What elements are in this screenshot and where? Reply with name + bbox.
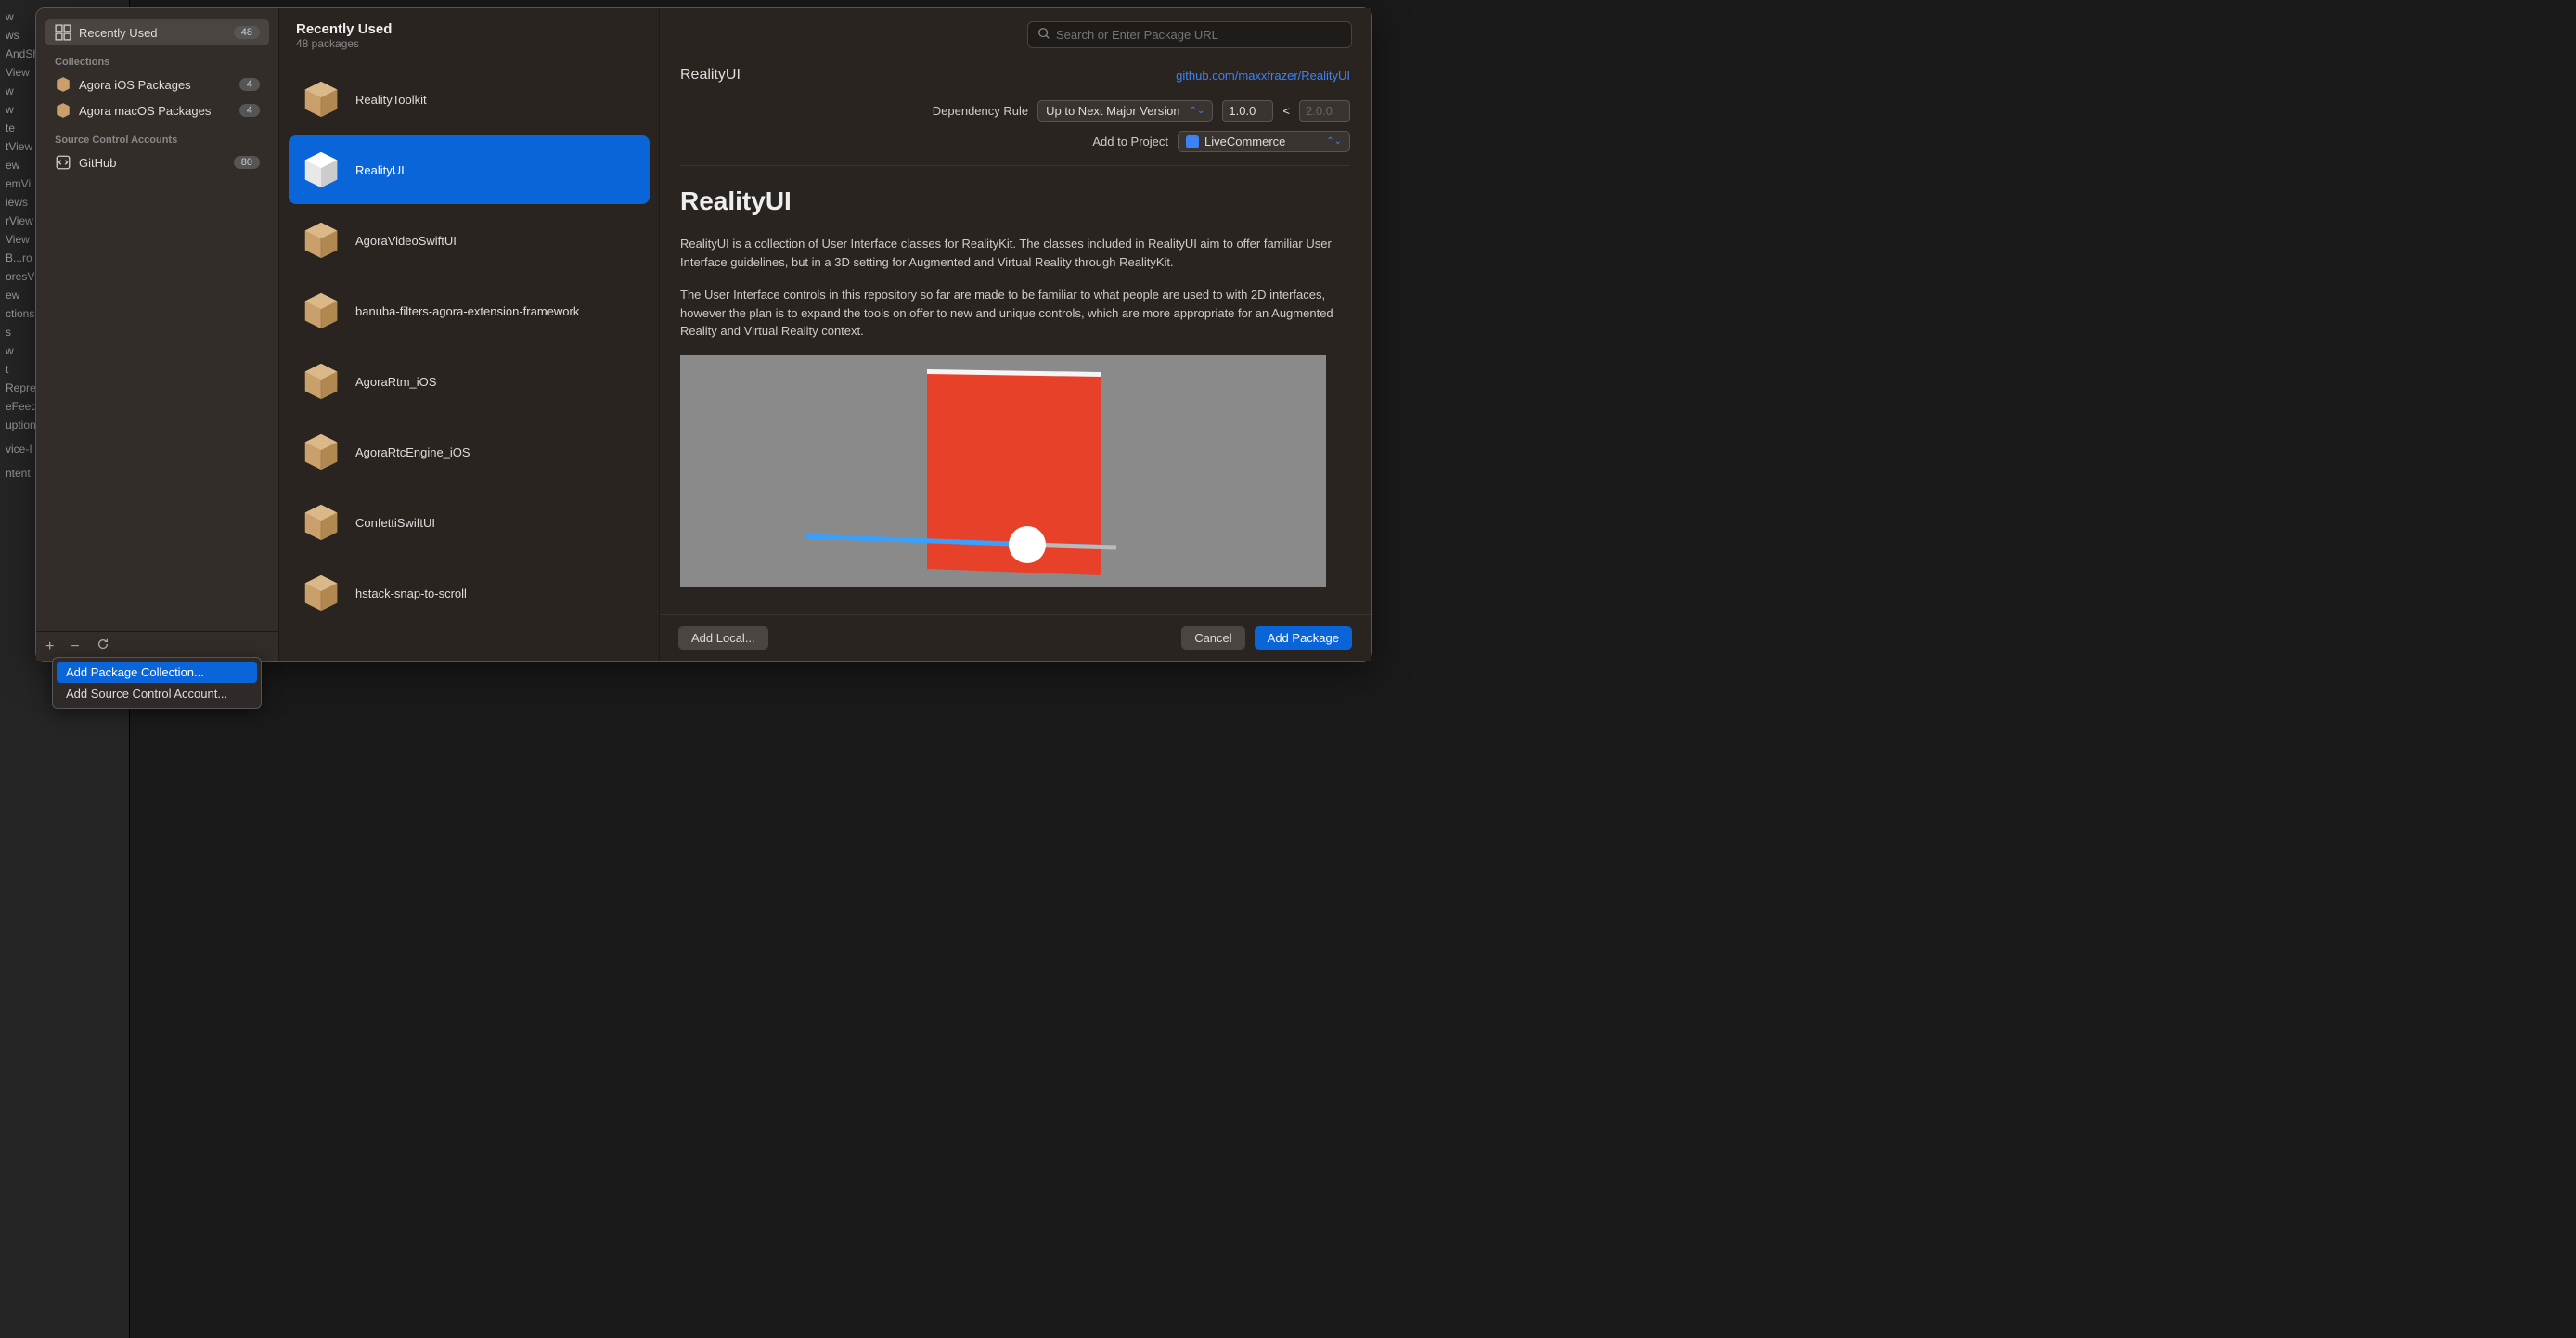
sidebar-collection-agora-ios[interactable]: Agora iOS Packages 4 [45, 71, 269, 97]
package-item[interactable]: AgoraVideoSwiftUI [289, 206, 650, 275]
version-from-input[interactable] [1222, 100, 1273, 122]
readme-title: RealityUI [680, 187, 1350, 216]
list-title: Recently Used [296, 21, 642, 37]
sidebar-item-label: Recently Used [79, 26, 234, 40]
package-collection-icon [55, 102, 71, 119]
package-item[interactable]: AgoraRtm_iOS [289, 347, 650, 416]
project-icon [1186, 135, 1199, 148]
search-input[interactable] [1056, 28, 1342, 42]
package-list-panel: Recently Used 48 packages RealityToolkit… [279, 8, 660, 661]
package-icon [300, 360, 342, 403]
sidebar-collection-agora-macos[interactable]: Agora macOS Packages 4 [45, 97, 269, 123]
package-name: AgoraRtcEngine_iOS [355, 445, 470, 459]
source-control-header: Source Control Accounts [45, 123, 269, 149]
add-package-dialog: Recently Used 48 Collections Agora iOS P… [35, 7, 1372, 662]
search-icon [1037, 27, 1050, 43]
package-name: RealityUI [355, 163, 405, 177]
collections-header: Collections [45, 45, 269, 71]
package-collection-icon [55, 76, 71, 93]
package-icon [300, 78, 342, 121]
count-badge: 48 [234, 26, 260, 39]
refresh-button[interactable] [97, 637, 109, 655]
package-icon [300, 431, 342, 473]
add-to-project-select[interactable]: LiveCommerce ⌃⌄ [1178, 131, 1350, 152]
version-to-input [1299, 100, 1350, 122]
search-box[interactable] [1027, 21, 1352, 48]
package-item[interactable]: ConfettiSwiftUI [289, 488, 650, 557]
readme-paragraph: The User Interface controls in this repo… [680, 286, 1350, 341]
sidebar-item-label: Agora iOS Packages [79, 78, 239, 92]
chevron-updown-icon: ⌃⌄ [1190, 106, 1205, 116]
readme-paragraph: RealityUI is a collection of User Interf… [680, 235, 1350, 271]
package-name: hstack-snap-to-scroll [355, 586, 467, 600]
package-icon [300, 148, 342, 191]
package-list[interactable]: RealityToolkit RealityUI AgoraVideoSwiftUI… [279, 63, 659, 661]
package-icon [300, 501, 342, 544]
sidebar-recently-used[interactable]: Recently Used 48 [45, 19, 269, 45]
package-icon [300, 572, 342, 614]
dependency-rule-select[interactable]: Up to Next Major Version ⌃⌄ [1037, 100, 1213, 122]
add-context-menu: Add Package Collection... Add Source Con… [52, 657, 262, 709]
add-local-button[interactable]: Add Local... [678, 626, 768, 650]
detail-panel: RealityUI github.com/maxxfrazer/RealityU… [660, 8, 1371, 661]
add-package-button[interactable]: Add Package [1255, 626, 1352, 650]
readme-preview-image [680, 355, 1326, 587]
sidebar-item-label: Agora macOS Packages [79, 104, 239, 118]
package-name: AgoraRtm_iOS [355, 375, 436, 389]
repository-link[interactable]: github.com/maxxfrazer/RealityUI [1176, 69, 1350, 83]
package-icon [300, 219, 342, 262]
list-subtitle: 48 packages [296, 37, 642, 50]
package-name: RealityToolkit [355, 93, 427, 107]
package-item[interactable]: hstack-snap-to-scroll [289, 559, 650, 627]
package-item[interactable]: RealityToolkit [289, 65, 650, 134]
package-name: ConfettiSwiftUI [355, 516, 435, 530]
menu-add-package-collection[interactable]: Add Package Collection... [57, 662, 257, 683]
package-item[interactable]: banuba-filters-agora-extension-framework [289, 277, 650, 345]
add-button[interactable]: + [45, 637, 54, 655]
menu-add-source-control-account[interactable]: Add Source Control Account... [57, 683, 257, 704]
clock-icon [55, 24, 71, 41]
count-badge: 4 [239, 78, 260, 91]
chevron-updown-icon: ⌃⌄ [1326, 136, 1342, 147]
sidebar-account-github[interactable]: GitHub 80 [45, 149, 269, 175]
package-name: banuba-filters-agora-extension-framework [355, 304, 579, 318]
package-icon [300, 289, 342, 332]
package-name: AgoraVideoSwiftUI [355, 234, 457, 248]
add-to-project-label: Add to Project [1092, 135, 1168, 148]
collections-sidebar: Recently Used 48 Collections Agora iOS P… [36, 8, 279, 661]
package-item[interactable]: RealityUI [289, 135, 650, 204]
readme-section: RealityUI RealityUI is a collection of U… [680, 165, 1350, 587]
remove-button[interactable]: − [71, 637, 79, 655]
cancel-button[interactable]: Cancel [1181, 626, 1244, 650]
count-badge: 80 [234, 156, 260, 169]
package-title: RealityUI [680, 67, 741, 84]
github-icon [55, 154, 71, 171]
count-badge: 4 [239, 104, 260, 117]
package-item[interactable]: AgoraRtcEngine_iOS [289, 418, 650, 486]
version-separator: < [1282, 104, 1290, 118]
dialog-footer: Add Local... Cancel Add Package [660, 614, 1371, 661]
dependency-rule-label: Dependency Rule [933, 104, 1028, 118]
sidebar-item-label: GitHub [79, 156, 234, 170]
